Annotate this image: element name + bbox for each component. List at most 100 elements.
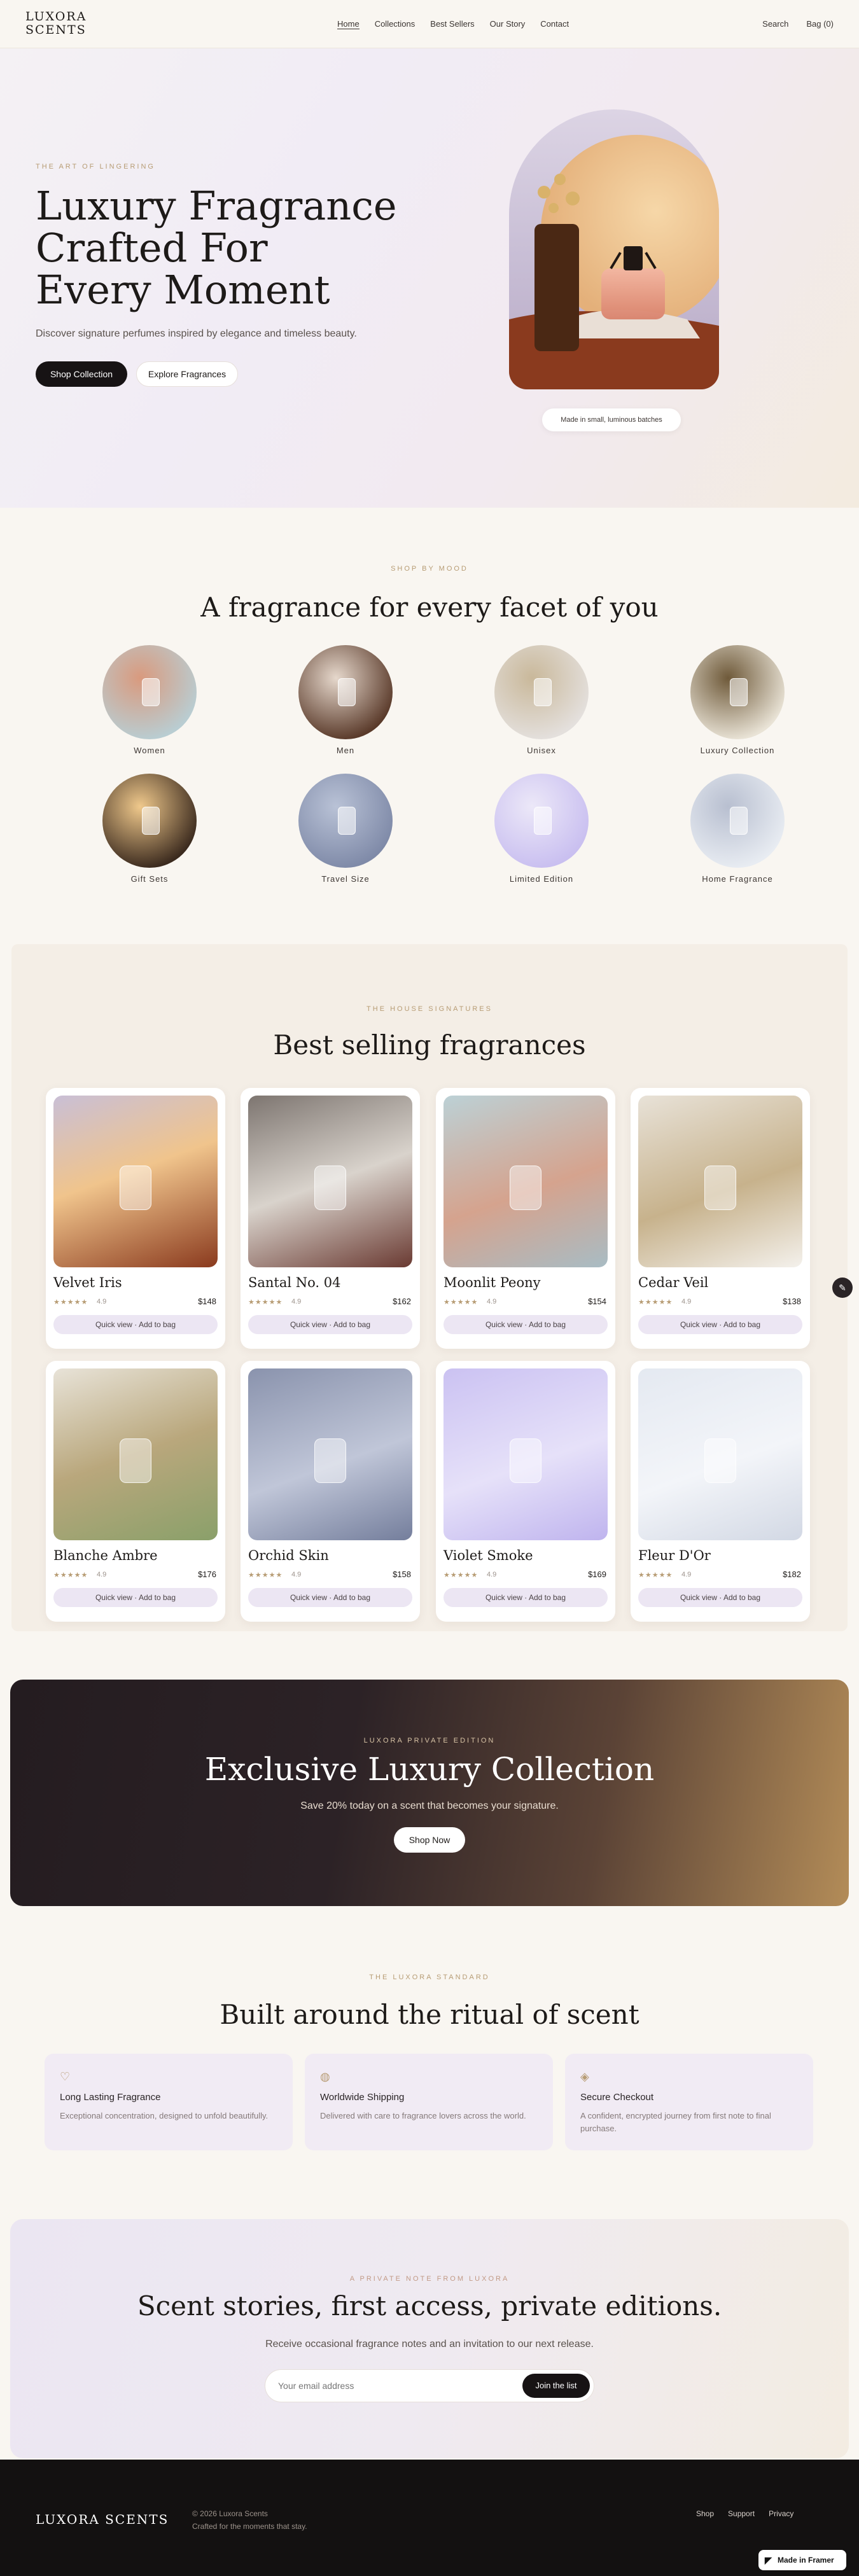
newsletter-eyebrow: A PRIVATE NOTE FROM LUXORA xyxy=(349,2275,510,2283)
product-image[interactable] xyxy=(248,1096,412,1267)
product-image[interactable] xyxy=(248,1368,412,1540)
nav-link-home[interactable]: Home xyxy=(337,19,360,29)
hero-title-line-2: Crafted For xyxy=(36,225,268,271)
mood-item[interactable]: Travel Size xyxy=(282,774,409,884)
perfume-bottle-icon xyxy=(534,807,552,835)
perfume-bottle-icon xyxy=(730,807,748,835)
nav-link-our-story[interactable]: Our Story xyxy=(490,19,526,29)
brand-logo[interactable]: LUXORA SCENTS xyxy=(25,10,87,37)
footer-copyright: © 2026 Luxora Scents xyxy=(192,2509,268,2518)
rating-value: 4.9 xyxy=(681,1298,692,1305)
rating-value: 4.9 xyxy=(291,1571,302,1578)
hero-perfume-image xyxy=(509,109,719,389)
mood-image xyxy=(690,645,785,739)
footer-link-privacy[interactable]: Privacy xyxy=(769,2509,793,2518)
perfume-bottle-icon xyxy=(534,678,552,706)
logo-line-2: SCENTS xyxy=(25,23,87,37)
product-image[interactable] xyxy=(638,1368,802,1540)
perfume-bottle-icon xyxy=(120,1438,151,1483)
bag-link[interactable]: Bag (0) xyxy=(806,19,834,29)
product-image[interactable] xyxy=(53,1368,218,1540)
explore-fragrances-button[interactable]: Explore Fragrances xyxy=(136,361,238,387)
mood-item[interactable]: Unisex xyxy=(478,645,605,755)
footer-links: Shop Support Privacy xyxy=(696,2509,793,2518)
perfume-bottle-icon xyxy=(314,1438,346,1483)
quick-add-button[interactable]: Quick view · Add to bag xyxy=(638,1315,802,1334)
nav-link-collections[interactable]: Collections xyxy=(375,19,416,29)
perfume-bottle-icon xyxy=(120,1166,151,1210)
rating-stars: ★★★★★ xyxy=(248,1298,283,1306)
mood-item[interactable]: Women xyxy=(86,645,213,755)
quick-add-button[interactable]: Quick view · Add to bag xyxy=(53,1588,218,1607)
perfume-bottle-icon xyxy=(510,1166,541,1210)
join-list-button[interactable]: Join the list xyxy=(522,2374,590,2398)
quick-add-button[interactable]: Quick view · Add to bag xyxy=(638,1588,802,1607)
promo-subtitle: Save 20% today on a scent that becomes y… xyxy=(300,1800,559,1811)
product-card[interactable]: Fleur D'Or ★★★★★ 4.9 $182 Quick view · Add t… xyxy=(631,1361,810,1622)
product-price: $154 xyxy=(588,1297,606,1306)
product-card[interactable]: Violet Smoke ★★★★★ 4.9 $169 Quick view · Add… xyxy=(436,1361,615,1622)
feature-title: Secure Checkout xyxy=(580,2092,654,2103)
product-price: $148 xyxy=(198,1297,216,1306)
shop-collection-button[interactable]: Shop Collection xyxy=(36,361,127,387)
nav-link-contact[interactable]: Contact xyxy=(540,19,569,29)
rating-stars: ★★★★★ xyxy=(638,1298,673,1306)
search-link[interactable]: Search xyxy=(762,19,788,29)
newsletter-section: A PRIVATE NOTE FROM LUXORA Scent stories… xyxy=(10,2219,849,2458)
top-nav: LUXORA SCENTS Home Collections Best Sell… xyxy=(0,0,859,48)
product-image[interactable] xyxy=(443,1096,608,1267)
best-eyebrow: THE HOUSE SIGNATURES xyxy=(367,1005,492,1013)
product-card[interactable]: Orchid Skin ★★★★★ 4.9 $158 Quick view · Add … xyxy=(241,1361,420,1622)
quick-add-button[interactable]: Quick view · Add to bag xyxy=(443,1315,608,1334)
email-input[interactable] xyxy=(278,2378,494,2394)
quick-add-button[interactable]: Quick view · Add to bag xyxy=(53,1315,218,1334)
mood-image xyxy=(494,645,589,739)
logo-line-1: LUXORA xyxy=(25,10,87,24)
perfume-bottle-icon xyxy=(704,1438,736,1483)
newsletter-form: Join the list xyxy=(265,2369,594,2402)
rating-value: 4.9 xyxy=(681,1571,692,1578)
product-card[interactable]: Santal No. 04 ★★★★★ 4.9 $162 Quick view · Ad… xyxy=(241,1088,420,1349)
mood-image xyxy=(494,774,589,868)
mood-item[interactable]: Luxury Collection xyxy=(674,645,801,755)
hero-title: Luxury Fragrance Crafted For Every Momen… xyxy=(36,185,443,311)
perfume-bottle-icon xyxy=(730,678,748,706)
mood-item[interactable]: Men xyxy=(282,645,409,755)
mood-label: Home Fragrance xyxy=(702,874,773,884)
framer-badge[interactable]: ◤ Made in Framer xyxy=(758,2550,846,2570)
footer-logo[interactable]: LUXORA SCENTS xyxy=(36,2512,169,2527)
moods-title: A fragrance for every facet of you xyxy=(200,592,659,623)
nav-link-best-sellers[interactable]: Best Sellers xyxy=(430,19,474,29)
rating-stars: ★★★★★ xyxy=(53,1298,88,1306)
footer-link-support[interactable]: Support xyxy=(728,2509,755,2518)
product-price: $138 xyxy=(783,1297,801,1306)
mood-image xyxy=(102,774,197,868)
product-name: Moonlit Peony xyxy=(443,1275,541,1290)
feature-description: Delivered with care to fragrance lovers … xyxy=(320,2111,526,2120)
footer-link-shop[interactable]: Shop xyxy=(696,2509,714,2518)
product-card[interactable]: Cedar Veil ★★★★★ 4.9 $138 Quick view · Add t… xyxy=(631,1088,810,1349)
product-name: Santal No. 04 xyxy=(248,1275,341,1290)
mood-item[interactable]: Home Fragrance xyxy=(674,774,801,884)
rating-stars: ★★★★★ xyxy=(248,1571,283,1579)
product-image[interactable] xyxy=(53,1096,218,1267)
nav-links: Home Collections Best Sellers Our Story … xyxy=(337,19,569,29)
hero-title-line-1: Luxury Fragrance xyxy=(36,183,397,229)
shop-now-button[interactable]: Shop Now xyxy=(394,1827,465,1853)
quick-add-button[interactable]: Quick view · Add to bag xyxy=(248,1315,412,1334)
product-card[interactable]: Blanche Ambre ★★★★★ 4.9 $176 Quick view · Ad… xyxy=(46,1361,225,1622)
product-image[interactable] xyxy=(638,1096,802,1267)
edit-icon[interactable]: ✎ xyxy=(832,1278,853,1298)
feature-title: Long Lasting Fragrance xyxy=(60,2092,161,2103)
rating-stars: ★★★★★ xyxy=(53,1571,88,1579)
quick-add-button[interactable]: Quick view · Add to bag xyxy=(248,1588,412,1607)
product-card[interactable]: Moonlit Peony ★★★★★ 4.9 $154 Quick view · Ad… xyxy=(436,1088,615,1349)
heart-icon: ♡ xyxy=(60,2070,71,2083)
quick-add-button[interactable]: Quick view · Add to bag xyxy=(443,1588,608,1607)
mood-item[interactable]: Gift Sets xyxy=(86,774,213,884)
ritual-eyebrow: THE LUXORA STANDARD xyxy=(369,1974,490,1981)
product-image[interactable] xyxy=(443,1368,608,1540)
framer-badge-label: Made in Framer xyxy=(778,2556,834,2565)
mood-item[interactable]: Limited Edition xyxy=(478,774,605,884)
product-card[interactable]: Velvet Iris ★★★★★ 4.9 $148 Quick view · Add … xyxy=(46,1088,225,1349)
